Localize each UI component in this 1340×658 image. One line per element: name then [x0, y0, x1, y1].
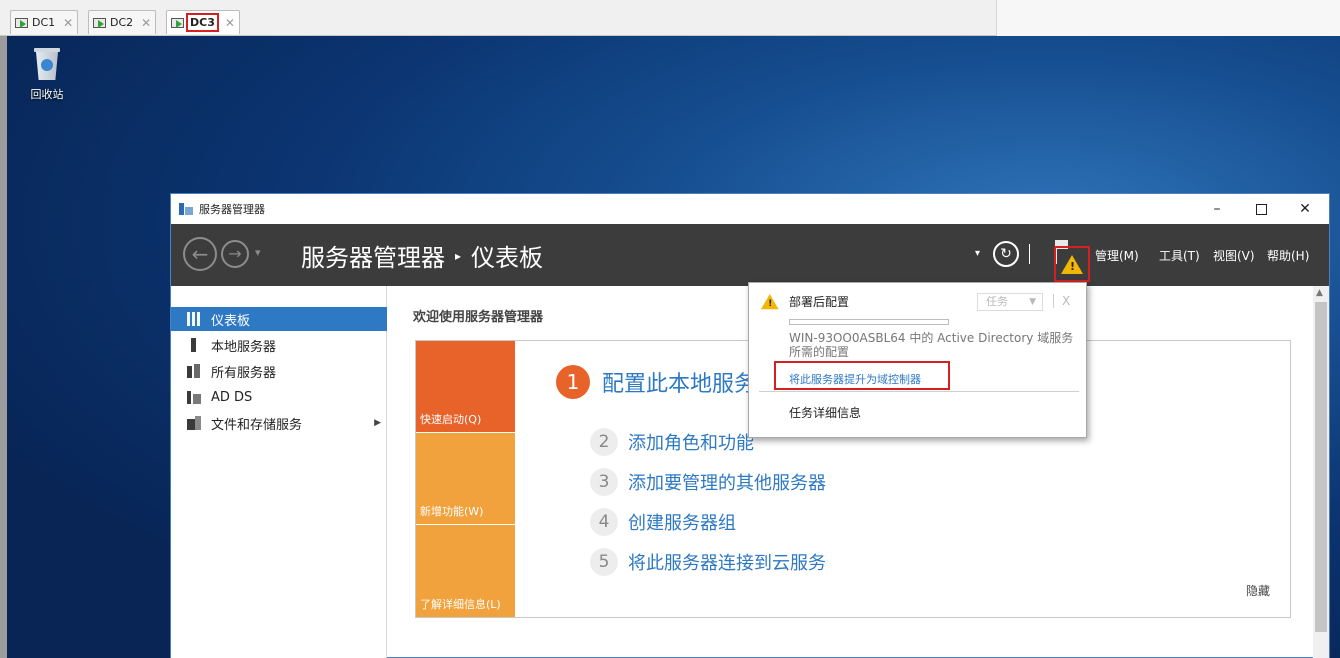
tabstrip-right-pane — [996, 0, 1340, 36]
sidebar-item-local-server[interactable]: 本地服务器 — [171, 333, 387, 357]
sidebar-item-label: 文件和存储服务 — [211, 417, 303, 433]
menu-manage[interactable]: 管理(M) — [1095, 247, 1139, 264]
sidebar-item-label: 所有服务器 — [211, 365, 277, 381]
console-left-edge — [0, 36, 7, 658]
vm-running-icon — [93, 17, 107, 29]
step-number: 4 — [590, 508, 618, 536]
window-titlebar: 服务器管理器 – ✕ — [171, 194, 1329, 224]
menu-tools[interactable]: 工具(T) — [1159, 247, 1200, 264]
close-icon[interactable]: ✕ — [225, 16, 235, 30]
breadcrumb-root[interactable]: 服务器管理器 — [301, 238, 445, 273]
step-number: 5 — [590, 548, 618, 576]
notification-title: 部署后配置 — [789, 295, 850, 309]
vm-tab-label: DC2 — [110, 16, 134, 29]
header-separator — [1029, 244, 1030, 264]
step-label: 添加角色和功能 — [628, 433, 754, 454]
sidebar-item-all-servers[interactable]: 所有服务器 — [171, 359, 387, 383]
breadcrumb: 服务器管理器 ▸ 仪表板 — [301, 238, 543, 273]
step-label: 添加要管理的其他服务器 — [628, 473, 826, 494]
header-bar: ← → ▾ 服务器管理器 ▸ 仪表板 ▾ ↻ ! 管理(M) 工具(T) 视图(… — [171, 224, 1329, 286]
task-dropdown-button[interactable]: 任务 ▼ — [977, 293, 1043, 311]
forward-button[interactable]: → — [221, 240, 249, 268]
refresh-button[interactable]: ↻ — [993, 241, 1019, 267]
expand-arrow-icon[interactable]: ▶ — [374, 418, 381, 428]
step-label: 将此服务器连接到云服务 — [628, 553, 826, 574]
vm-tab-label: DC3 — [186, 13, 219, 32]
scroll-up-icon[interactable]: ▲ — [1316, 288, 1323, 298]
recycle-bin-label: 回收站 — [30, 88, 64, 101]
vm-tab-dc2[interactable]: DC2 ✕ — [88, 10, 157, 34]
step-add-servers[interactable]: 3 添加要管理的其他服务器 — [590, 468, 826, 496]
breadcrumb-separator-icon: ▸ — [455, 248, 462, 263]
warning-icon: ! — [761, 294, 779, 310]
step-create-group[interactable]: 4 创建服务器组 — [590, 508, 736, 536]
scroll-thumb[interactable] — [1315, 302, 1327, 632]
vm-tab-dc1[interactable]: DC1 ✕ — [10, 10, 79, 34]
whats-new-tab[interactable]: 新增功能(W) — [416, 433, 515, 524]
chevron-down-icon[interactable]: ▾ — [255, 246, 261, 259]
step-number: 2 — [590, 428, 618, 456]
notification-warning-button[interactable]: ! — [1054, 246, 1090, 282]
notification-description: WIN-93OO0ASBL64 中的 Active Directory 域服务所… — [789, 331, 1074, 359]
sidebar-item-label: AD DS — [211, 389, 253, 405]
vm-tab-strip: DC1 ✕ DC2 ✕ DC3 ✕ — [0, 0, 1340, 36]
step-label: 创建服务器组 — [628, 513, 736, 534]
vm-running-icon — [171, 17, 185, 29]
recycle-bin-icon — [34, 46, 60, 80]
vertical-scrollbar[interactable]: ▲ — [1313, 286, 1329, 658]
breadcrumb-page: 仪表板 — [471, 244, 544, 272]
sidebar-item-dashboard[interactable]: 仪表板 — [171, 307, 387, 331]
sidebar-item-ad-ds[interactable]: AD DS — [171, 385, 387, 409]
menu-help[interactable]: 帮助(H) — [1267, 247, 1309, 264]
refresh-dropdown-icon[interactable]: ▾ — [975, 248, 980, 259]
promote-to-dc-link[interactable]: 将此服务器提升为域控制器 — [789, 371, 921, 387]
step-number: 1 — [556, 365, 590, 399]
step-number: 3 — [590, 468, 618, 496]
server-manager-icon — [179, 203, 193, 215]
back-button[interactable]: ← — [183, 237, 217, 271]
notification-close-button[interactable]: X — [1053, 294, 1070, 308]
quick-start-tab[interactable]: 快速启动(Q) — [416, 341, 515, 432]
window-title: 服务器管理器 — [199, 203, 265, 216]
close-button[interactable]: ✕ — [1283, 194, 1327, 224]
vm-tab-label: DC1 — [32, 16, 56, 29]
step-add-roles[interactable]: 2 添加角色和功能 — [590, 428, 754, 456]
ad-ds-icon — [187, 390, 201, 404]
sidebar-item-label: 本地服务器 — [211, 339, 277, 355]
file-storage-icon — [187, 416, 201, 430]
dashboard-icon — [187, 312, 201, 326]
learn-more-tab[interactable]: 了解详细信息(L) — [416, 525, 515, 617]
notification-popup: ! 部署后配置 任务 ▼ X WIN-93OO0ASBL64 中的 Active… — [748, 282, 1087, 438]
chevron-down-icon: ▼ — [1029, 297, 1036, 307]
step-configure-local-server[interactable]: 1 配置此本地服务器 — [556, 365, 778, 399]
maximize-button[interactable] — [1239, 194, 1283, 224]
recycle-bin[interactable]: 回收站 — [27, 46, 67, 102]
vm-running-icon — [15, 17, 29, 29]
warning-icon: ! — [1061, 254, 1083, 274]
sidebar: 仪表板 本地服务器 所有服务器 AD DS 文件和存储服务 ▶ — [171, 286, 387, 658]
close-icon[interactable]: ✕ — [63, 16, 73, 30]
menu-view[interactable]: 视图(V) — [1213, 247, 1255, 264]
notification-divider — [759, 391, 1079, 392]
step-connect-cloud[interactable]: 5 将此服务器连接到云服务 — [590, 548, 826, 576]
server-icon — [187, 338, 201, 352]
minimize-button[interactable]: – — [1195, 194, 1239, 224]
maximize-icon — [1255, 203, 1267, 215]
task-details-link[interactable]: 任务详细信息 — [789, 404, 861, 421]
servers-icon — [187, 364, 201, 378]
welcome-title: 欢迎使用服务器管理器 — [413, 310, 544, 325]
hide-link[interactable]: 隐藏 — [1246, 582, 1270, 599]
progress-bar — [789, 319, 949, 325]
close-icon[interactable]: ✕ — [141, 16, 151, 30]
sidebar-item-label: 仪表板 — [211, 313, 251, 329]
sidebar-item-file-storage[interactable]: 文件和存储服务 ▶ — [171, 411, 387, 435]
vm-tab-dc3[interactable]: DC3 ✕ — [166, 10, 240, 34]
